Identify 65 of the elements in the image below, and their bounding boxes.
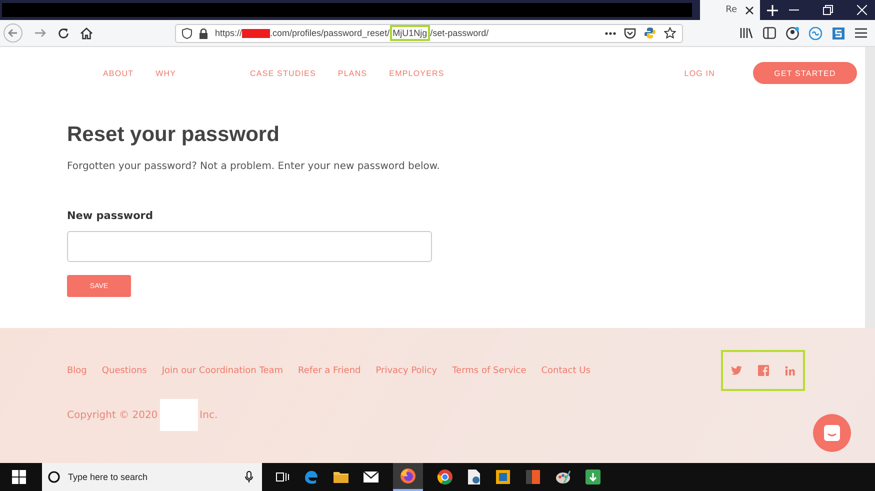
restore-icon[interactable] xyxy=(823,5,833,15)
url-text: .com/profiles/password_reset/ xyxy=(270,28,390,38)
chat-icon xyxy=(823,424,841,442)
footer-link[interactable]: Privacy Policy xyxy=(376,366,438,376)
back-icon[interactable] xyxy=(3,23,23,43)
pocket-icon[interactable] xyxy=(624,28,636,38)
mail-icon[interactable] xyxy=(363,471,379,483)
address-bar[interactable]: https:// .com/profiles/password_reset/ MjU1Njg /set-password/ xyxy=(175,24,683,42)
footer-link[interactable]: Refer a Friend xyxy=(298,366,361,376)
cloud-download-icon[interactable] xyxy=(585,469,601,485)
field-label: New password xyxy=(67,210,153,222)
sidebar-icon[interactable] xyxy=(763,27,776,39)
extension-icon[interactable] xyxy=(832,26,845,40)
footer-link[interactable]: Contact Us xyxy=(541,366,590,376)
get-started-button[interactable]: GET STARTED xyxy=(753,62,857,84)
home-icon[interactable] xyxy=(80,26,93,40)
microphone-icon[interactable] xyxy=(245,471,253,483)
menu-icon[interactable] xyxy=(855,28,867,38)
extension-icon[interactable] xyxy=(809,26,822,40)
cortana-icon xyxy=(48,471,60,483)
footer-link[interactable]: Terms of Service xyxy=(452,366,526,376)
taskbar-search-field[interactable]: Type here to search xyxy=(42,463,262,491)
nav-link[interactable]: WHY xyxy=(156,68,176,78)
firefox-icon xyxy=(400,468,416,484)
account-icon[interactable] xyxy=(786,26,799,40)
browser-tab[interactable]: Re xyxy=(700,0,760,20)
nav-link[interactable]: EMPLOYERS xyxy=(389,68,444,78)
app-icon[interactable] xyxy=(525,469,541,485)
url-text: https:// xyxy=(215,28,242,38)
windows-start-icon[interactable] xyxy=(12,470,26,484)
footer-link[interactable]: Blog xyxy=(67,366,87,376)
highlighted-url-token: MjU1Njg xyxy=(392,27,428,39)
copyright-text: Copyright © 2020 xyxy=(67,410,158,420)
folder-icon[interactable] xyxy=(333,470,349,484)
chat-button[interactable] xyxy=(813,414,851,452)
login-link[interactable]: LOG IN xyxy=(684,68,715,78)
password-field[interactable] xyxy=(67,231,432,262)
paint-icon[interactable] xyxy=(555,469,571,485)
scrollbar[interactable] xyxy=(865,47,875,328)
shield-icon xyxy=(182,28,192,38)
task-view-icon[interactable] xyxy=(276,471,289,483)
redaction-mark xyxy=(242,28,270,38)
page-title: Reset your password xyxy=(67,123,280,147)
star-icon[interactable] xyxy=(664,27,676,39)
close-icon[interactable] xyxy=(745,6,754,14)
document-icon[interactable] xyxy=(467,469,481,485)
subtitle: Forgotten your password? Not a problem. Enter your new password below. xyxy=(67,161,440,172)
nav-link[interactable]: CASE STUDIES xyxy=(250,68,316,78)
lock-icon xyxy=(199,28,208,38)
copyright-text: Inc. xyxy=(200,410,218,420)
footer-link[interactable]: Questions xyxy=(102,366,147,376)
reload-icon[interactable] xyxy=(57,26,70,40)
more-icon[interactable] xyxy=(605,32,616,34)
nav-link[interactable]: PLANS xyxy=(338,68,368,78)
url-text: /set-password/ xyxy=(430,28,489,38)
python-icon[interactable] xyxy=(644,27,656,39)
footer-link[interactable]: Join our Coordination Team xyxy=(162,366,284,376)
taskbar-active-app[interactable] xyxy=(393,463,423,491)
library-icon[interactable] xyxy=(740,27,753,39)
edge-icon[interactable] xyxy=(303,469,319,485)
chrome-icon[interactable] xyxy=(437,469,453,485)
app-icon[interactable] xyxy=(495,469,511,485)
nav-link[interactable]: ABOUT xyxy=(103,68,134,78)
new-tab-icon[interactable] xyxy=(767,4,778,16)
redaction-mark xyxy=(160,399,198,431)
